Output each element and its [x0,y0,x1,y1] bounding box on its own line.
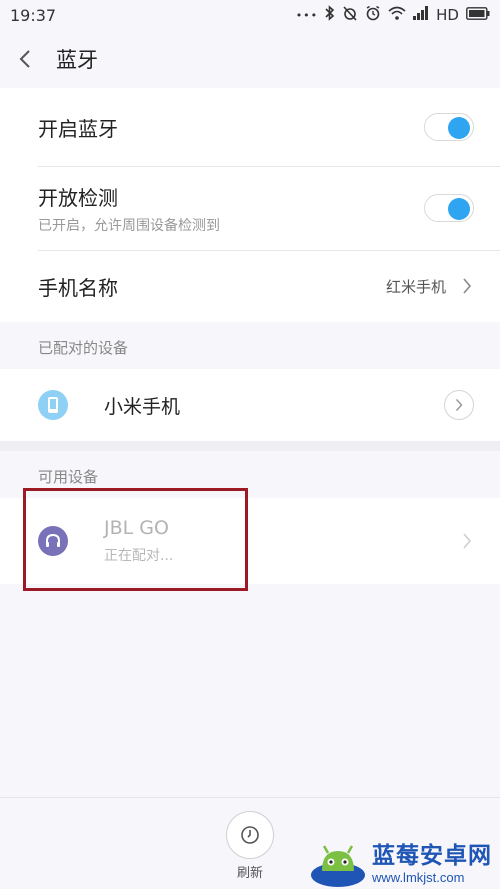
discoverable-toggle-label: 开放检测 [38,185,118,210]
toggle-knob [448,198,470,220]
device-name-label: 手机名称 [38,275,118,300]
network-type: HD [436,6,459,24]
paired-devices-list: 小米手机 [0,369,500,441]
page-title: 蓝牙 [56,48,98,72]
device-details-button[interactable] [444,390,474,420]
signal-icon [413,6,429,24]
chevron-right-icon [460,530,474,552]
section-divider [0,441,500,451]
highlight-annotation-box [23,488,248,591]
refresh-label: 刷新 [236,866,263,881]
watermark-title: 蓝莓安卓网 [372,843,492,869]
title-bar: 蓝牙 [0,30,500,88]
paired-devices-header: 已配对的设备 [38,339,129,357]
alarm-off-icon [342,5,358,25]
status-icons: ••• HD [296,5,490,25]
watermark-url: www.lmkjst.com [372,870,465,885]
toggle-knob [448,117,470,139]
more-dots-icon: ••• [295,8,319,22]
chevron-right-icon [460,275,474,297]
bluetooth-toggle-row: 开启蓝牙 [0,88,500,166]
available-devices-header: 可用设备 [38,468,99,486]
back-button[interactable] [0,30,50,88]
bluetooth-icon [325,5,335,25]
android-logo-icon [311,844,365,887]
bluetooth-settings-card: 开启蓝牙 开放检测 已开启，允许周围设备检测到 手机名称 红米手机 [0,88,500,322]
bluetooth-toggle-label: 开启蓝牙 [38,116,118,141]
paired-device-row[interactable]: 小米手机 [0,369,500,441]
battery-icon [466,6,490,24]
status-time: 19:37 [10,5,57,25]
refresh-icon [241,826,259,844]
discoverable-toggle-row: 开放检测 已开启，允许周围设备检测到 [0,166,500,250]
phone-icon [38,390,68,420]
status-bar: 19:37 ••• HD [0,0,500,30]
wifi-icon [388,6,406,24]
paired-device-name: 小米手机 [104,395,181,418]
bluetooth-toggle-switch[interactable] [424,113,474,141]
watermark: 蓝莓安卓网 www.lmkjst.com [310,832,500,889]
device-name-value: 红米手机 [385,277,446,296]
device-name-row[interactable]: 手机名称 红米手机 [0,250,500,322]
discoverable-toggle-sublabel: 已开启，允许周围设备检测到 [38,217,220,234]
chevron-right-icon [455,398,463,412]
alarm-icon [365,5,381,25]
back-arrow-icon [19,50,30,68]
discoverable-toggle-switch[interactable] [424,194,474,222]
refresh-button[interactable] [226,811,274,859]
